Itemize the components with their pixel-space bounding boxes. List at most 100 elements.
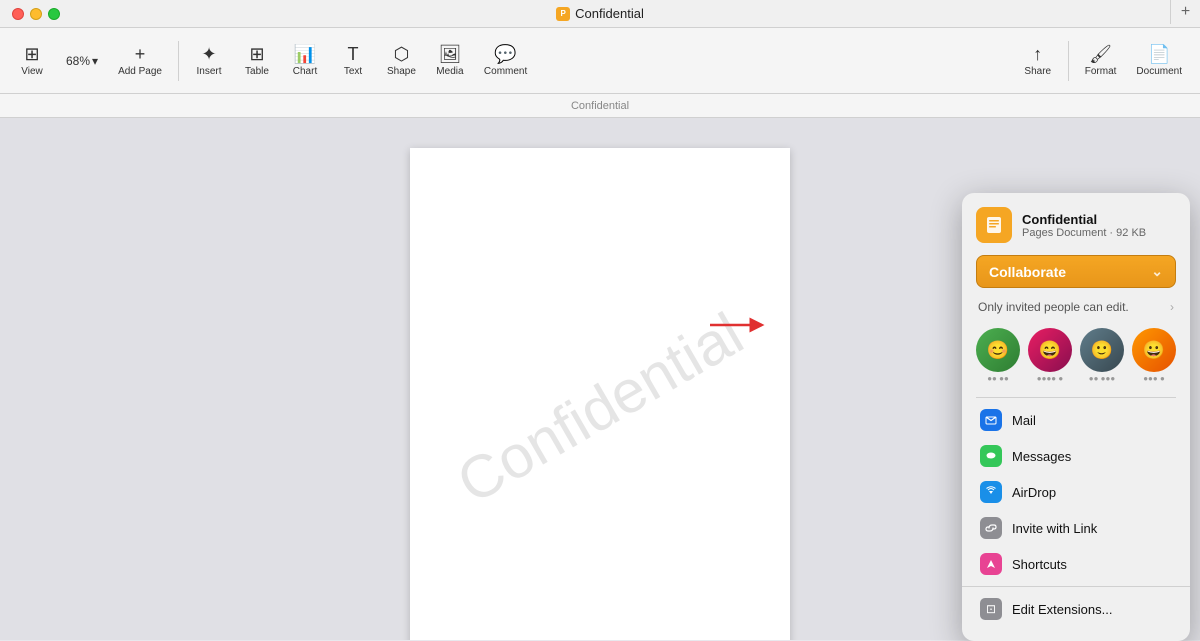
add-page-label: Add Page <box>118 66 162 77</box>
doc-title-bar: Confidential + <box>0 94 1200 118</box>
toolbar-divider-1 <box>178 41 179 81</box>
media-label: Media <box>436 66 463 77</box>
share-button[interactable]: ↑ Share <box>1016 41 1060 81</box>
view-label: View <box>21 66 43 77</box>
table-label: Table <box>245 66 269 77</box>
add-tab-button[interactable]: + <box>1170 0 1200 24</box>
popover-header: Confidential Pages Document · 92 KB <box>976 207 1176 243</box>
avatar-item-2[interactable]: 😄 ●●●● ● <box>1028 328 1072 383</box>
add-page-button[interactable]: + Add Page <box>110 41 170 81</box>
invite-link-menu-item[interactable]: Invite with Link <box>976 510 1176 546</box>
comment-button[interactable]: 💬 Comment <box>476 41 535 81</box>
zoom-control[interactable]: 68% ▾ <box>58 50 106 72</box>
link-icon <box>980 517 1002 539</box>
avatar-4: 😀 <box>1132 328 1176 372</box>
document-icon: 📄 <box>1148 45 1170 63</box>
mail-label: Mail <box>1012 413 1036 428</box>
avatar-img-3: 🙂 <box>1080 328 1124 372</box>
zoom-chevron: ▾ <box>92 54 98 68</box>
airdrop-menu-item[interactable]: AirDrop <box>976 474 1176 510</box>
avatar-label-1: ●● ●● <box>976 374 1020 383</box>
avatar-3: 🙂 <box>1080 328 1124 372</box>
document-button[interactable]: 📄 Document <box>1128 41 1190 81</box>
share-icon: ↑ <box>1033 45 1042 63</box>
fullscreen-button[interactable] <box>48 8 60 20</box>
chart-label: Chart <box>293 66 317 77</box>
text-icon: T <box>348 45 359 63</box>
media-button[interactable]: 🖼 Media <box>428 41 472 81</box>
comment-label: Comment <box>484 66 527 77</box>
insert-label: Insert <box>196 66 221 77</box>
avatar-label-2: ●●●● ● <box>1028 374 1072 383</box>
messages-label: Messages <box>1012 449 1071 464</box>
document-label: Document <box>1136 66 1182 77</box>
edit-extensions-item[interactable]: ⊡ Edit Extensions... <box>976 591 1176 627</box>
invite-link-label: Invite with Link <box>1012 521 1097 536</box>
avatar-item-4[interactable]: 😀 ●●● ● <box>1132 328 1176 383</box>
main-content: Confidential Confidential <box>0 118 1200 640</box>
chart-icon: 📊 <box>294 45 316 63</box>
insert-button[interactable]: ✦ Insert <box>187 41 231 81</box>
insert-icon: ✦ <box>201 45 216 63</box>
mail-icon <box>980 409 1002 431</box>
popover-doc-meta: Pages Document · 92 KB <box>1022 227 1146 239</box>
separator-2 <box>962 586 1190 587</box>
shortcuts-label: Shortcuts <box>1012 557 1067 572</box>
share-label: Share <box>1024 66 1051 77</box>
shape-icon: ⬡ <box>394 45 410 63</box>
minimize-button[interactable] <box>30 8 42 20</box>
avatar-img-2: 😄 <box>1028 328 1072 372</box>
table-icon: ⊞ <box>249 45 264 63</box>
arrow-indicator <box>710 313 770 337</box>
avatar-label-4: ●●● ● <box>1132 374 1176 383</box>
view-button[interactable]: ⊞ View <box>10 41 54 81</box>
avatar-item-1[interactable]: 😊 ●● ●● <box>976 328 1020 383</box>
shape-label: Shape <box>387 66 416 77</box>
avatar-item-3[interactable]: 🙂 ●● ●●● <box>1080 328 1124 383</box>
popover-doc-name: Confidential <box>1022 212 1146 227</box>
airdrop-icon <box>980 481 1002 503</box>
text-button[interactable]: T Text <box>331 41 375 81</box>
document-page: Confidential <box>410 148 790 640</box>
messages-icon <box>980 445 1002 467</box>
format-button[interactable]: 🖌 Format <box>1077 41 1125 81</box>
toolbar-divider-2 <box>1068 41 1069 81</box>
extensions-label: Edit Extensions... <box>1012 602 1112 617</box>
collaborate-label: Collaborate <box>989 264 1066 280</box>
toolbar: ⊞ View 68% ▾ + Add Page ✦ Insert ⊞ Table… <box>0 28 1200 94</box>
messages-menu-item[interactable]: Messages <box>976 438 1176 474</box>
close-button[interactable] <box>12 8 24 20</box>
avatars-row: 😊 ●● ●● 😄 ●●●● ● 🙂 ●● ●●● 😀 ● <box>976 328 1176 383</box>
shortcuts-icon <box>980 553 1002 575</box>
share-popover: Confidential Pages Document · 92 KB Coll… <box>962 193 1190 641</box>
mail-menu-item[interactable]: Mail <box>976 402 1176 438</box>
popover-doc-info: Confidential Pages Document · 92 KB <box>1022 212 1146 239</box>
zoom-value: 68% <box>66 54 90 68</box>
separator-1 <box>976 397 1176 398</box>
text-label: Text <box>344 66 362 77</box>
view-icon: ⊞ <box>24 45 39 63</box>
shape-button[interactable]: ⬡ Shape <box>379 41 424 81</box>
popover-doc-icon <box>976 207 1012 243</box>
doc-title: Confidential <box>571 100 629 112</box>
window-title: P Confidential <box>556 6 644 21</box>
avatar-label-3: ●● ●●● <box>1080 374 1124 383</box>
traffic-lights <box>12 8 60 20</box>
permission-text: Only invited people can edit. <box>978 300 1129 314</box>
avatar-img-1: 😊 <box>976 328 1020 372</box>
chart-button[interactable]: 📊 Chart <box>283 41 327 81</box>
table-button[interactable]: ⊞ Table <box>235 41 279 81</box>
permission-row[interactable]: Only invited people can edit. › <box>976 294 1176 320</box>
app-icon: P <box>556 7 570 21</box>
shortcuts-menu-item[interactable]: Shortcuts <box>976 546 1176 582</box>
add-page-icon: + <box>135 45 146 63</box>
collaborate-chevron-icon: ⌄ <box>1151 263 1163 280</box>
title-bar: P Confidential <box>0 0 1200 28</box>
collaborate-button[interactable]: Collaborate ⌄ <box>976 255 1176 288</box>
media-icon: 🖼 <box>438 45 461 63</box>
permission-chevron-icon: › <box>1170 300 1174 314</box>
format-icon: 🖌 <box>1089 45 1112 63</box>
comment-icon: 💬 <box>494 45 516 63</box>
avatar-img-4: 😀 <box>1132 328 1176 372</box>
extensions-icon: ⊡ <box>980 598 1002 620</box>
